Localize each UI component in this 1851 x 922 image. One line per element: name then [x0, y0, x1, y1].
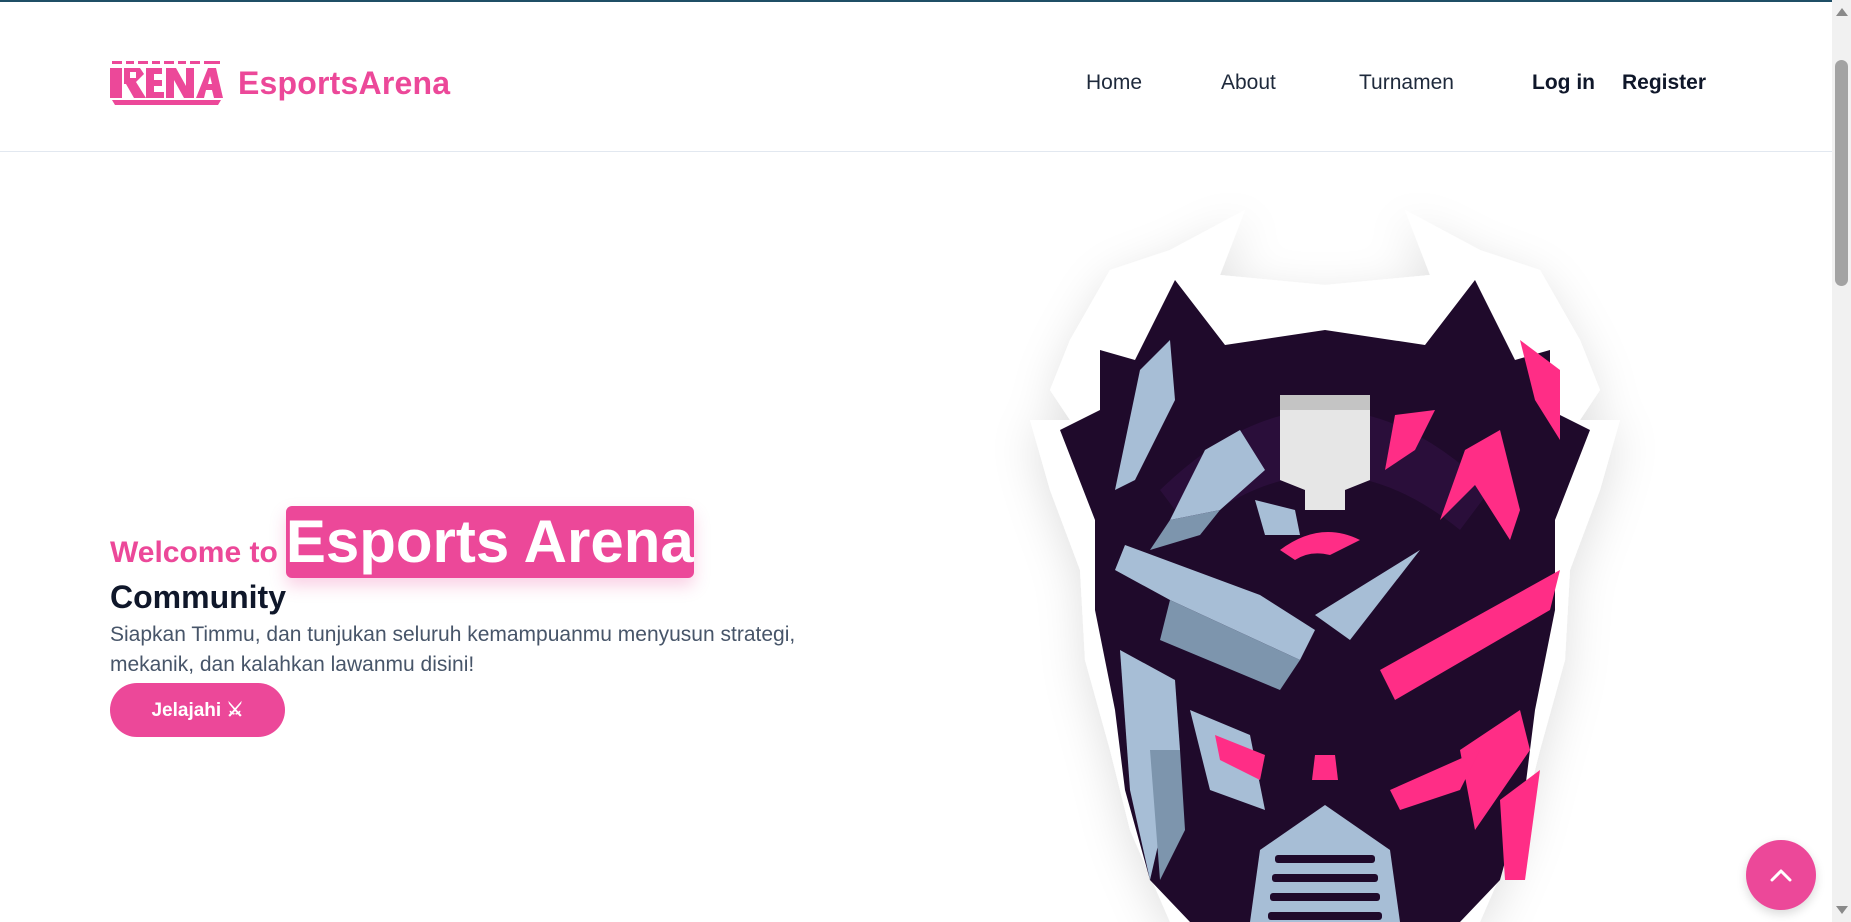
- chevron-up-icon: [1770, 869, 1792, 882]
- welcome-text: Welcome to: [110, 536, 278, 569]
- login-link[interactable]: Log in: [1532, 70, 1595, 96]
- page-scrollbar[interactable]: [1832, 0, 1851, 922]
- hero-heading: Welcome to Esports Arena: [110, 500, 830, 578]
- arena-logo-icon: [110, 61, 223, 105]
- scroll-down-arrow-icon[interactable]: [1836, 906, 1848, 914]
- scroll-up-arrow-icon[interactable]: [1836, 8, 1848, 16]
- brand-name: EsportsArena: [238, 64, 451, 101]
- site-header: EsportsArena Home About Turnamen Log in …: [0, 2, 1832, 152]
- nav-turnamen[interactable]: Turnamen: [1359, 70, 1454, 96]
- register-link[interactable]: Register: [1622, 70, 1706, 96]
- explore-button[interactable]: Jelajahi ⚔: [110, 683, 285, 737]
- scroll-to-top-button[interactable]: [1746, 840, 1816, 910]
- robot-mascot-icon: [1030, 210, 1620, 922]
- hero-description: Siapkan Timmu, dan tunjukan seluruh kema…: [110, 623, 796, 676]
- hero-text: Welcome to Esports Arena Community Siapk…: [110, 500, 830, 701]
- hero-subtitle: Community: [110, 579, 286, 615]
- scrollbar-thumb[interactable]: [1835, 60, 1848, 286]
- nav-about[interactable]: About: [1221, 70, 1276, 96]
- brand-link[interactable]: EsportsArena: [110, 60, 450, 106]
- nav-home[interactable]: Home: [1086, 70, 1142, 96]
- hero-highlight: Esports Arena: [285, 506, 694, 578]
